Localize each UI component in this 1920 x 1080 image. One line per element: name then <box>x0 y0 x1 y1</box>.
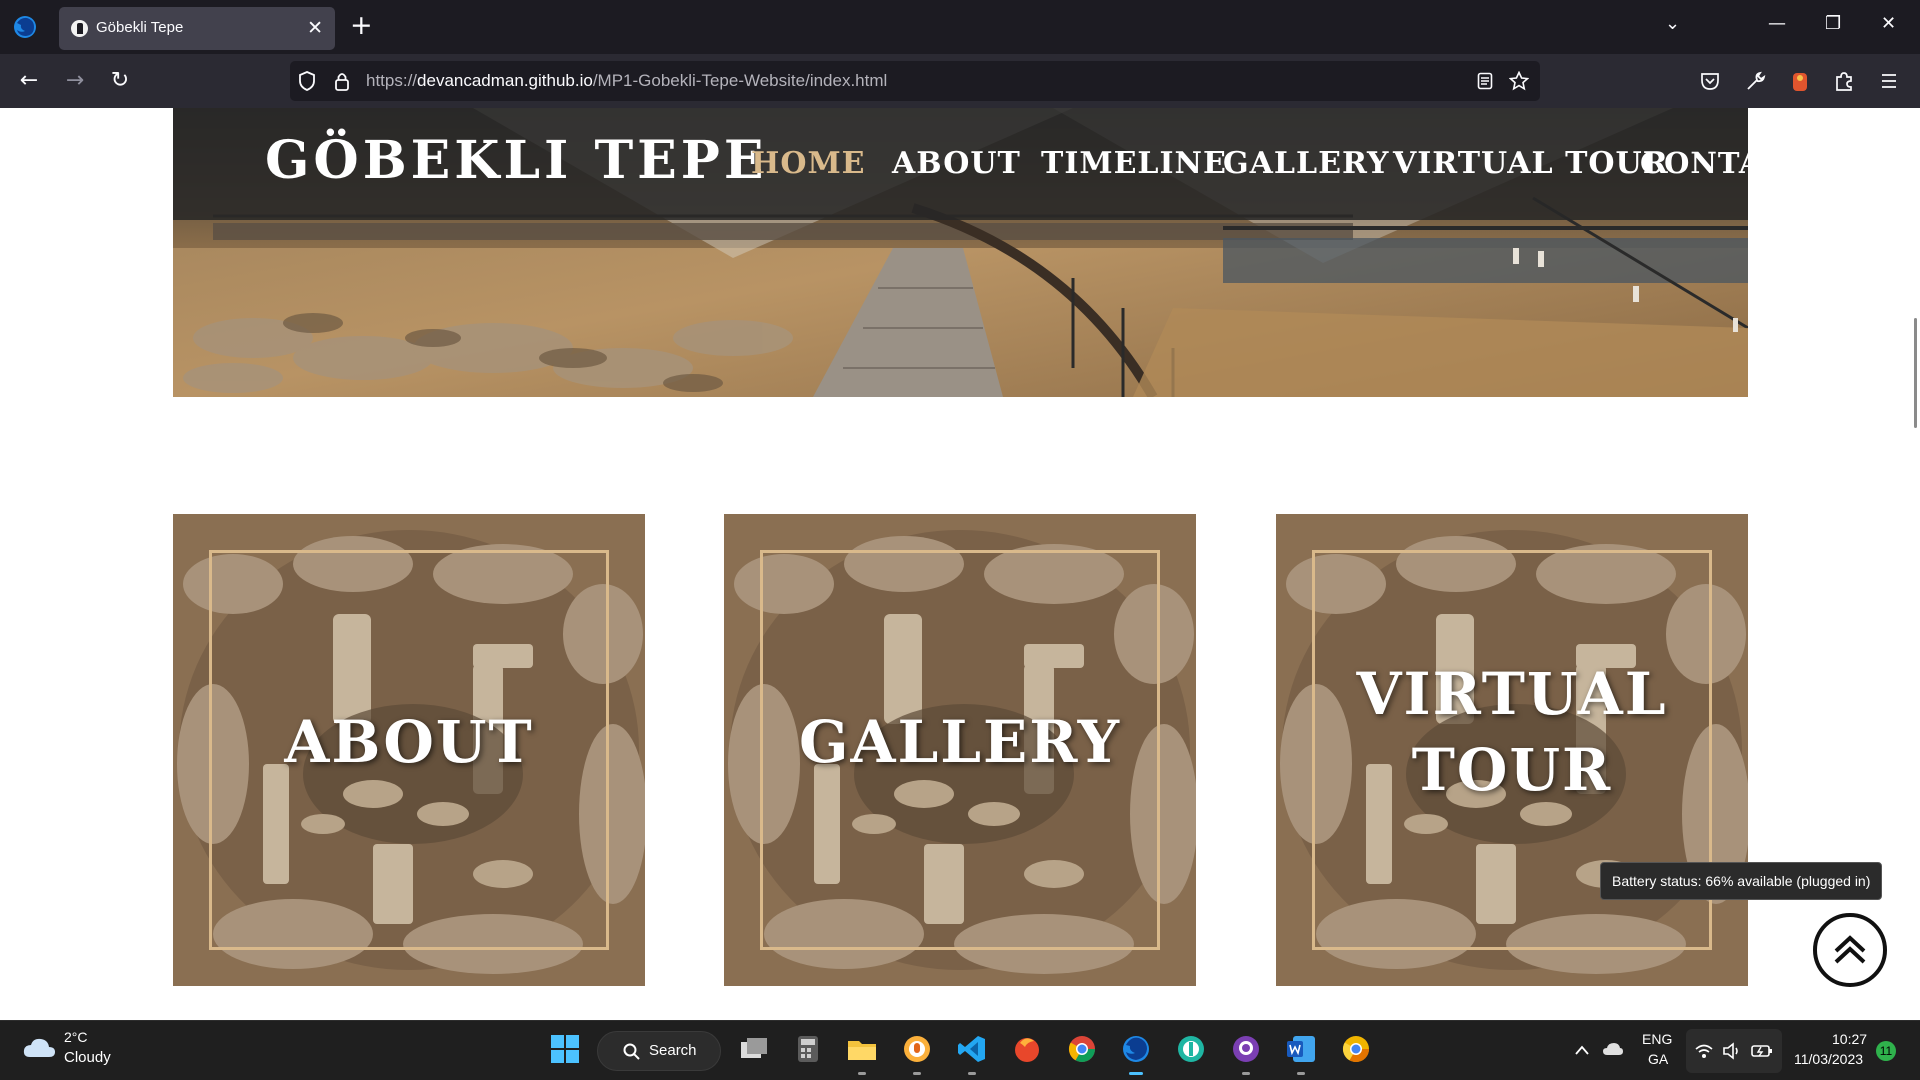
input-language[interactable]: ENG <box>1642 1031 1672 1047</box>
running-indicator <box>858 1072 866 1075</box>
wifi-icon <box>1695 1044 1713 1058</box>
weather-condition[interactable]: Cloudy <box>64 1049 111 1066</box>
calculator-icon[interactable] <box>792 1033 824 1065</box>
file-explorer-icon[interactable] <box>846 1033 878 1065</box>
chrome-canary-icon[interactable] <box>1340 1033 1372 1065</box>
vscode-icon[interactable] <box>956 1033 988 1065</box>
url-text[interactable]: https://devancadman.github.io/MP1-Gobekl… <box>366 71 887 91</box>
url-path: /MP1-Gobekli-Tepe-Website/index.html <box>592 71 888 90</box>
url-host: devancadman.github.io <box>417 71 593 90</box>
onedrive-cloud-icon[interactable] <box>1602 1041 1624 1057</box>
running-indicator <box>913 1072 921 1075</box>
chrome-icon[interactable] <box>1066 1033 1098 1065</box>
minimize-button[interactable]: — <box>1768 13 1786 34</box>
extensions-puzzle-icon[interactable] <box>1834 70 1854 92</box>
tab-title: Göbekli Tepe <box>96 19 184 36</box>
double-chevron-up-icon <box>1834 935 1866 964</box>
brave-icon[interactable] <box>901 1033 933 1065</box>
bookmark-star-icon[interactable] <box>1509 71 1529 91</box>
browser-navigation-bar: ← → ↻ https://devancadman.github.io/MP1-… <box>0 54 1920 108</box>
card-gallery[interactable]: GALLERY <box>724 514 1196 986</box>
keyboard-layout[interactable]: GA <box>1648 1051 1668 1067</box>
extension-avatar-icon[interactable] <box>1789 69 1811 93</box>
card-about[interactable]: ABOUT <box>173 514 645 986</box>
lock-icon[interactable] <box>334 71 350 91</box>
nav-link-virtual-tour[interactable]: VIRTUAL TOUR <box>1393 146 1669 181</box>
tab-close-icon[interactable]: ✕ <box>307 16 323 40</box>
nav-link-contact[interactable]: CONTACT <box>1640 146 1809 180</box>
nav-link-gallery[interactable]: GALLERY <box>1223 146 1389 181</box>
gitkraken-icon[interactable] <box>1175 1033 1207 1065</box>
wrench-icon[interactable] <box>1745 70 1767 92</box>
chevron-up-icon[interactable] <box>1574 1044 1590 1056</box>
firefox-icon[interactable] <box>1120 1033 1152 1065</box>
running-indicator <box>1242 1072 1250 1075</box>
card-label-gallery: GALLERY <box>798 708 1122 776</box>
page-scrollbar-thumb[interactable] <box>1914 318 1917 428</box>
card-label-tour: TOUR <box>1411 736 1613 804</box>
nav-link-about[interactable]: ABOUT <box>892 146 1021 181</box>
search-label: Search <box>649 1042 697 1059</box>
forward-button[interactable]: → <box>60 66 90 96</box>
url-bar[interactable]: https://devancadman.github.io/MP1-Gobekl… <box>290 61 1540 101</box>
hamburger-menu-icon[interactable] <box>1880 72 1898 90</box>
volume-icon <box>1723 1042 1738 1060</box>
quick-settings-button[interactable] <box>1686 1029 1782 1073</box>
battery-tooltip: Battery status: 66% available (plugged i… <box>1600 862 1883 900</box>
url-prefix: https:// <box>366 71 418 90</box>
browser-tab-active[interactable]: Göbekli Tepe ✕ <box>59 7 335 50</box>
close-window-button[interactable]: ✕ <box>1881 13 1896 34</box>
restore-button[interactable]: ❐ <box>1825 13 1841 34</box>
task-view-icon[interactable] <box>738 1033 770 1065</box>
battery-icon <box>1751 1045 1772 1057</box>
card-label-about: ABOUT <box>284 708 534 776</box>
firefox-menu-icon[interactable] <box>12 14 38 40</box>
running-indicator <box>1297 1072 1305 1075</box>
card-virtual-tour[interactable]: VIRTUAL TOUR <box>1276 514 1748 986</box>
search-icon <box>623 1043 640 1060</box>
running-indicator <box>968 1072 976 1075</box>
word-icon[interactable] <box>1285 1033 1317 1065</box>
browser-tab-bar: Göbekli Tepe ✕ + ⌄ — ❐ ✕ <box>0 0 1920 54</box>
site-header: GÖBEKLI TEPE HOME ABOUT TIMELINE GALLERY… <box>173 108 1808 220</box>
list-all-tabs-icon[interactable]: ⌄ <box>1665 13 1680 34</box>
site-logo[interactable]: GÖBEKLI TEPE <box>265 130 768 191</box>
tab-favicon-icon <box>71 20 88 37</box>
windows-taskbar: 2°C Cloudy Search ENG GA 10:27 11/03/202… <box>0 1020 1920 1080</box>
tracking-protection-shield-icon[interactable] <box>298 71 316 91</box>
scroll-to-top-button[interactable] <box>1813 913 1887 987</box>
nav-link-home[interactable]: HOME <box>751 146 866 181</box>
notification-count-badge[interactable]: 11 <box>1876 1041 1896 1061</box>
card-label-virtual: VIRTUAL <box>1356 660 1668 728</box>
start-icon[interactable] <box>549 1033 581 1065</box>
weather-temperature[interactable]: 2°C <box>64 1029 88 1045</box>
github-desktop-icon[interactable] <box>1230 1033 1262 1065</box>
firefox-dev-icon[interactable] <box>1011 1033 1043 1065</box>
cloud-weather-icon[interactable] <box>22 1035 56 1059</box>
new-tab-button[interactable]: + <box>350 12 373 40</box>
nav-link-timeline[interactable]: TIMELINE <box>1041 146 1227 181</box>
taskbar-search-box[interactable]: Search <box>597 1031 721 1071</box>
back-button[interactable]: ← <box>14 66 44 96</box>
reader-view-icon[interactable] <box>1477 72 1493 90</box>
clock-date[interactable]: 11/03/2023 <box>1794 1051 1863 1067</box>
clock-time[interactable]: 10:27 <box>1832 1031 1867 1047</box>
reload-button[interactable]: ↻ <box>105 66 135 96</box>
active-app-indicator <box>1129 1072 1143 1075</box>
pocket-icon[interactable] <box>1700 71 1720 91</box>
